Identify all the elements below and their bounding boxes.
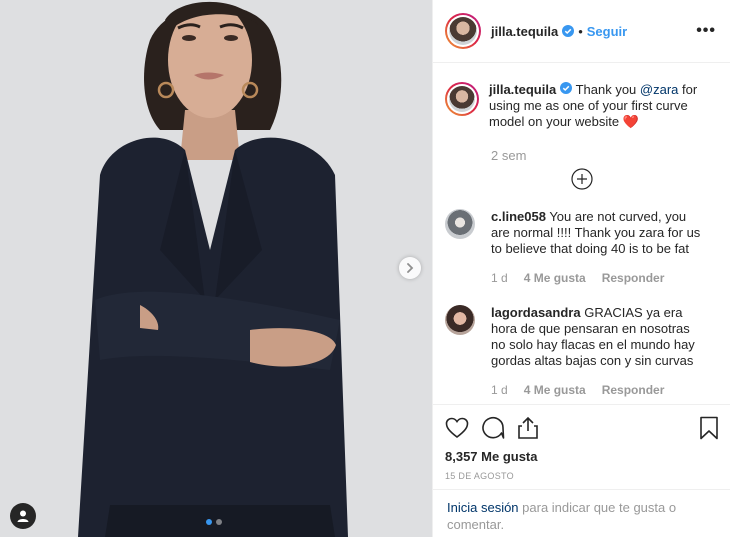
post-photo[interactable] <box>0 0 432 537</box>
commenter-avatar[interactable] <box>445 305 475 335</box>
post-header: jilla.tequila • Seguir ••• <box>433 0 730 63</box>
comment-likes-button[interactable]: 4 Me gusta <box>524 382 586 398</box>
reply-button[interactable]: Responder <box>602 382 665 398</box>
like-button[interactable] <box>445 417 469 439</box>
carousel-dot-active <box>206 519 212 525</box>
chevron-right-icon <box>407 263 414 273</box>
comment-timestamp[interactable]: 1 d <box>491 270 508 286</box>
caption-avatar[interactable] <box>445 82 479 116</box>
caption-timestamp[interactable]: 2 sem <box>491 148 719 163</box>
load-more-comments-button[interactable] <box>445 168 719 190</box>
comment-likes-button[interactable]: 4 Me gusta <box>524 270 586 286</box>
comment-meta: 1 d 4 Me gusta Responder <box>491 270 701 286</box>
tagged-users-button[interactable] <box>10 503 36 529</box>
header-separator: • <box>578 23 583 39</box>
save-button[interactable] <box>699 416 719 440</box>
comment-item: c.line058 You are not curved, you are no… <box>445 209 719 286</box>
comment-item: lagordasandra GRACIAS ya era hora de que… <box>445 305 719 398</box>
login-prompt: Inicia sesión para indicar que te gusta … <box>433 489 730 533</box>
post-date[interactable]: 15 DE AGOSTO <box>445 471 719 481</box>
comment-meta: 1 d 4 Me gusta Responder <box>491 382 701 398</box>
verified-badge-icon <box>562 25 575 37</box>
carousel-dot <box>216 519 222 525</box>
login-link[interactable]: Inicia sesión <box>447 500 519 515</box>
heart-icon <box>445 417 469 439</box>
plus-circle-icon <box>571 168 593 190</box>
share-icon <box>518 416 538 439</box>
comment-timestamp[interactable]: 1 d <box>491 382 508 398</box>
author-avatar[interactable] <box>445 13 481 49</box>
follow-button[interactable]: Seguir <box>587 24 627 39</box>
caption-text-start: Thank you <box>575 82 640 97</box>
reply-button[interactable]: Responder <box>602 270 665 286</box>
user-tag-icon <box>17 510 29 522</box>
verified-badge-icon <box>560 82 573 94</box>
mention-link[interactable]: @zara <box>640 82 679 97</box>
commenter-avatar[interactable] <box>445 209 475 239</box>
commenter-username-link[interactable]: c.line058 <box>491 209 546 224</box>
post-side-panel: jilla.tequila • Seguir ••• jilla.tequila… <box>432 0 730 537</box>
more-options-button[interactable]: ••• <box>696 22 716 40</box>
bookmark-icon <box>700 416 718 440</box>
likes-count-button[interactable]: 8,357 Me gusta <box>445 449 719 464</box>
commenter-username-link[interactable]: lagordasandra <box>491 305 581 320</box>
author-username-link[interactable]: jilla.tequila <box>491 24 558 39</box>
carousel-indicator <box>206 519 222 525</box>
caption: jilla.tequila Thank you @zara for using … <box>445 82 719 130</box>
model-in-blazer-image <box>0 0 432 537</box>
comment-button[interactable] <box>481 416 505 440</box>
comments-list[interactable]: jilla.tequila Thank you @zara for using … <box>433 64 730 404</box>
caption-username-link[interactable]: jilla.tequila <box>489 82 556 97</box>
action-icons-row <box>445 415 719 441</box>
post-actions: 8,357 Me gusta 15 DE AGOSTO <box>433 404 730 481</box>
comment-bubble-icon <box>482 416 505 439</box>
next-image-button[interactable] <box>399 257 421 279</box>
share-button[interactable] <box>517 416 539 440</box>
